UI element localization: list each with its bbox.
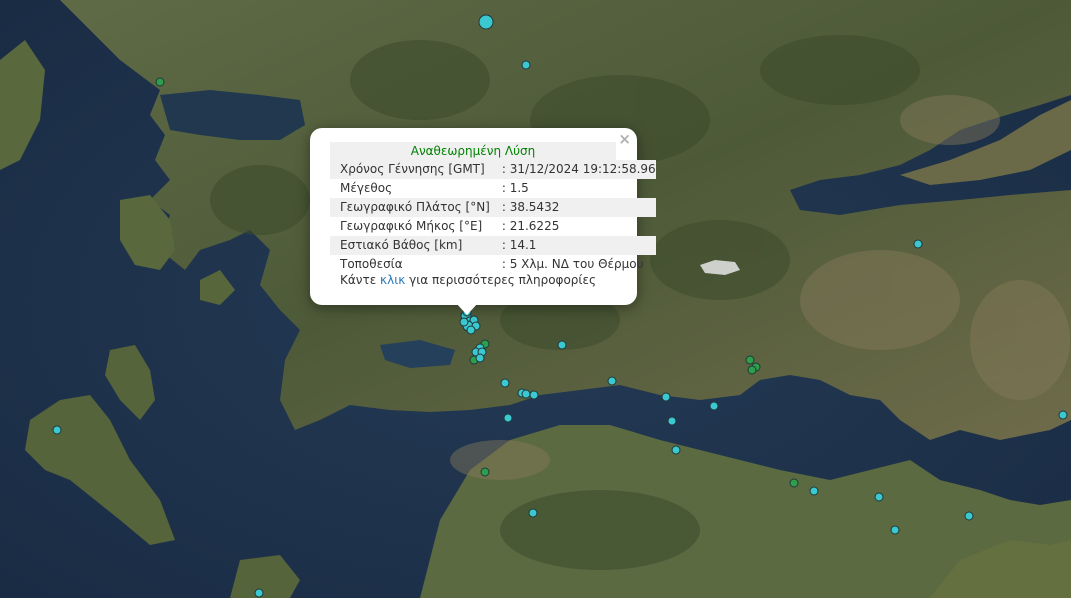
- info-value: : 14.1: [489, 236, 656, 255]
- info-row: Γεωγραφικό Πλάτος [°N]: 38.5432: [330, 198, 656, 217]
- popup-title: Αναθεωρημένη Λύση: [330, 142, 616, 160]
- earthquake-marker[interactable]: [964, 511, 974, 521]
- earthquake-marker[interactable]: [459, 317, 469, 327]
- info-value: : 21.6225: [501, 219, 560, 233]
- earthquake-marker[interactable]: [254, 588, 264, 598]
- info-row: Χρόνος Γέννησης [GMT]: 31/12/2024 19:12:…: [330, 160, 656, 179]
- earthquake-marker[interactable]: [155, 77, 165, 87]
- info-row: Τοποθεσία : 5 Χλμ. ΝΔ του Θέρμου: [330, 255, 656, 274]
- info-label: Χρόνος Γέννησης [GMT]: [330, 160, 490, 179]
- info-label: Γεωγραφικό Μήκος [°E]: [340, 219, 483, 233]
- info-label: Τοποθεσία: [340, 257, 403, 271]
- info-row: Γεωγραφικό Μήκος [°E] : 21.6225: [330, 217, 656, 236]
- earthquake-marker[interactable]: [661, 392, 671, 402]
- info-value: : 5 Χλμ. ΝΔ του Θέρμου: [501, 257, 644, 271]
- event-popup: × Αναθεωρημένη Λύση Χρόνος Γέννησης [GMT…: [310, 128, 656, 305]
- more-info-link[interactable]: κλικ: [380, 273, 405, 287]
- info-value: : 1.5: [501, 181, 529, 195]
- earthquake-marker[interactable]: [874, 492, 884, 502]
- earthquake-marker[interactable]: [890, 525, 900, 535]
- close-icon[interactable]: ×: [618, 131, 631, 147]
- earthquake-marker[interactable]: [809, 486, 819, 496]
- earthquake-marker[interactable]: [913, 239, 923, 249]
- earthquake-marker[interactable]: [480, 467, 490, 477]
- earthquake-marker[interactable]: [478, 14, 494, 30]
- info-value: : 31/12/2024 19:12:58.96: [489, 160, 656, 179]
- earthquake-marker[interactable]: [500, 378, 510, 388]
- earthquake-marker[interactable]: [529, 390, 539, 400]
- earthquake-marker[interactable]: [475, 353, 485, 363]
- earthquake-marker[interactable]: [671, 445, 681, 455]
- earthquake-marker[interactable]: [466, 325, 476, 335]
- earthquake-marker[interactable]: [503, 413, 513, 423]
- info-label: Γεωγραφικό Πλάτος [°N]: [330, 198, 490, 217]
- info-value: : 38.5432: [489, 198, 656, 217]
- more-prefix: Κάντε: [340, 273, 381, 287]
- earthquake-marker[interactable]: [789, 478, 799, 488]
- more-info-text: Κάντε κλικ για περισσότερες πληροφορίες: [340, 273, 596, 287]
- info-row: Μέγεθος : 1.5: [330, 179, 656, 198]
- event-info-table: Χρόνος Γέννησης [GMT]: 31/12/2024 19:12:…: [330, 160, 656, 274]
- info-row: Εστιακό Βάθος [km]: 14.1: [330, 236, 656, 255]
- earthquake-marker[interactable]: [521, 60, 531, 70]
- earthquake-marker[interactable]: [747, 365, 757, 375]
- info-label: Μέγεθος: [340, 181, 393, 195]
- earthquake-marker[interactable]: [709, 401, 719, 411]
- earthquake-marker[interactable]: [745, 355, 755, 365]
- earthquake-marker[interactable]: [557, 340, 567, 350]
- earthquake-marker[interactable]: [52, 425, 62, 435]
- info-label: Εστιακό Βάθος [km]: [330, 236, 490, 255]
- popup-tip: [456, 303, 478, 315]
- earthquake-marker[interactable]: [607, 376, 617, 386]
- earthquake-marker[interactable]: [521, 389, 531, 399]
- earthquake-marker[interactable]: [1058, 410, 1068, 420]
- more-suffix: για περισσότερες πληροφορίες: [405, 273, 596, 287]
- earthquake-marker[interactable]: [528, 508, 538, 518]
- earthquake-marker[interactable]: [667, 416, 677, 426]
